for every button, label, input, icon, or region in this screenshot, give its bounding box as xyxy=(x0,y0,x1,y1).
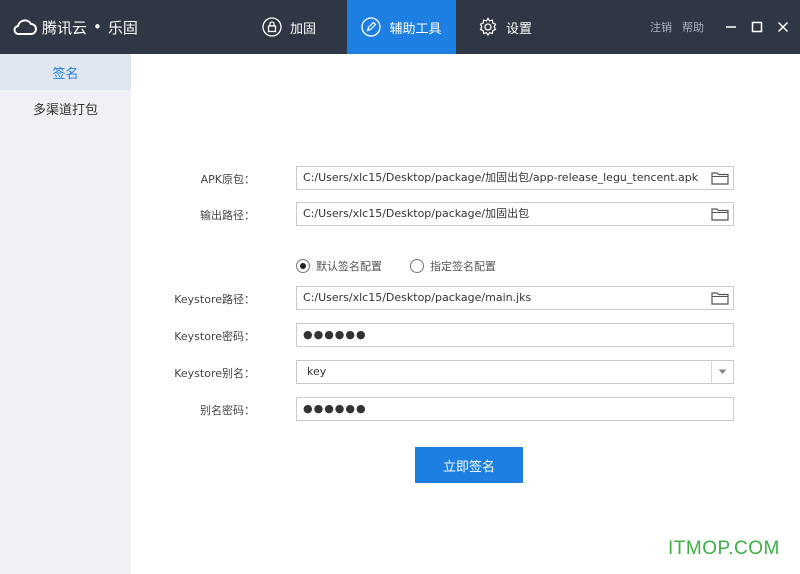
close-icon xyxy=(777,21,789,33)
keystore-alias-row: Keystore别名： key xyxy=(131,360,800,384)
signing-config-radios: 默认签名配置 指定签名配置 xyxy=(296,257,524,275)
sign-now-button[interactable]: 立即签名 xyxy=(415,447,523,483)
top-links: 注销 帮助 xyxy=(650,0,704,54)
output-row: 输出路径： C:/Users/xlc15/Desktop/package/加固出… xyxy=(131,202,800,226)
maximize-icon xyxy=(751,21,763,33)
brand-name: 腾讯云 xyxy=(42,18,88,37)
output-label: 输出路径： xyxy=(200,209,255,222)
top-bar: 腾讯云 • 乐固 加固 辅助工具 设置 注销 帮助 xyxy=(0,0,800,54)
help-link[interactable]: 帮助 xyxy=(682,19,704,35)
alias-password-label: 别名密码： xyxy=(200,404,255,417)
window-controls xyxy=(724,0,790,54)
alias-password-field[interactable]: ●●●●●● xyxy=(296,397,734,421)
keystore-alias-label: Keystore别名： xyxy=(174,367,255,380)
keystore-alias-select[interactable]: key xyxy=(296,360,734,384)
tab-tools[interactable]: 辅助工具 xyxy=(347,0,456,54)
keystore-password-field[interactable]: ●●●●●● xyxy=(296,323,734,347)
watermark: ITMOP.COM xyxy=(668,538,780,559)
pencil-icon xyxy=(361,17,382,37)
folder-icon[interactable] xyxy=(710,290,730,306)
minimize-button[interactable] xyxy=(724,20,738,34)
close-button[interactable] xyxy=(776,20,790,34)
apk-path-field[interactable]: C:/Users/xlc15/Desktop/package/加固出包/app-… xyxy=(296,166,734,190)
apk-path-value: C:/Users/xlc15/Desktop/package/加固出包/app-… xyxy=(303,171,699,184)
keystore-path-row: Keystore路径： C:/Users/xlc15/Desktop/packa… xyxy=(131,286,800,310)
tab-tools-label: 辅助工具 xyxy=(389,21,442,37)
radio-custom-config[interactable]: 指定签名配置 xyxy=(410,258,496,274)
dropdown-toggle[interactable] xyxy=(711,361,733,383)
apk-label: APK原包： xyxy=(200,173,255,186)
keystore-password-row: Keystore密码： ●●●●●● xyxy=(131,323,800,347)
keystore-path-label: Keystore路径： xyxy=(174,293,255,306)
gear-icon xyxy=(479,17,497,37)
sidebar-item-sign[interactable]: 签名 xyxy=(0,54,131,90)
logout-link[interactable]: 注销 xyxy=(650,19,672,35)
sidebar: 签名 多渠道打包 xyxy=(0,54,131,574)
minimize-icon xyxy=(726,26,736,28)
product-name: 乐固 xyxy=(107,18,138,37)
chevron-down-icon xyxy=(718,369,727,374)
brand-logo: 腾讯云 • 乐固 xyxy=(12,0,138,54)
tab-jiagu[interactable]: 加固 xyxy=(262,0,342,54)
sidebar-item-multichannel[interactable]: 多渠道打包 xyxy=(0,90,131,126)
tab-jiagu-label: 加固 xyxy=(290,21,317,37)
keystore-alias-value: key xyxy=(307,365,327,378)
folder-icon[interactable] xyxy=(710,170,730,186)
keystore-path-field[interactable]: C:/Users/xlc15/Desktop/package/main.jks xyxy=(296,286,734,310)
keystore-path-value: C:/Users/xlc15/Desktop/package/main.jks xyxy=(303,291,532,304)
alias-password-row: 别名密码： ●●●●●● xyxy=(131,397,800,421)
radio-default-circle xyxy=(296,259,310,273)
tab-settings-label: 设置 xyxy=(506,21,533,37)
folder-icon[interactable] xyxy=(710,206,730,222)
keystore-password-label: Keystore密码： xyxy=(174,330,255,343)
output-path-field[interactable]: C:/Users/xlc15/Desktop/package/加固出包 xyxy=(296,202,734,226)
maximize-button[interactable] xyxy=(750,20,764,34)
cloud-logo-icon xyxy=(13,19,37,35)
radio-custom-label: 指定签名配置 xyxy=(430,260,496,273)
brand-separator: • xyxy=(93,18,102,36)
tab-settings[interactable]: 设置 xyxy=(478,0,558,54)
lock-icon xyxy=(262,17,282,37)
output-path-value: C:/Users/xlc15/Desktop/package/加固出包 xyxy=(303,207,530,220)
radio-default-label: 默认签名配置 xyxy=(316,260,382,273)
radio-default-config[interactable]: 默认签名配置 xyxy=(296,258,382,274)
radio-custom-circle xyxy=(410,259,424,273)
apk-row: APK原包： C:/Users/xlc15/Desktop/package/加固… xyxy=(131,166,800,190)
main-panel: APK原包： C:/Users/xlc15/Desktop/package/加固… xyxy=(131,54,800,574)
